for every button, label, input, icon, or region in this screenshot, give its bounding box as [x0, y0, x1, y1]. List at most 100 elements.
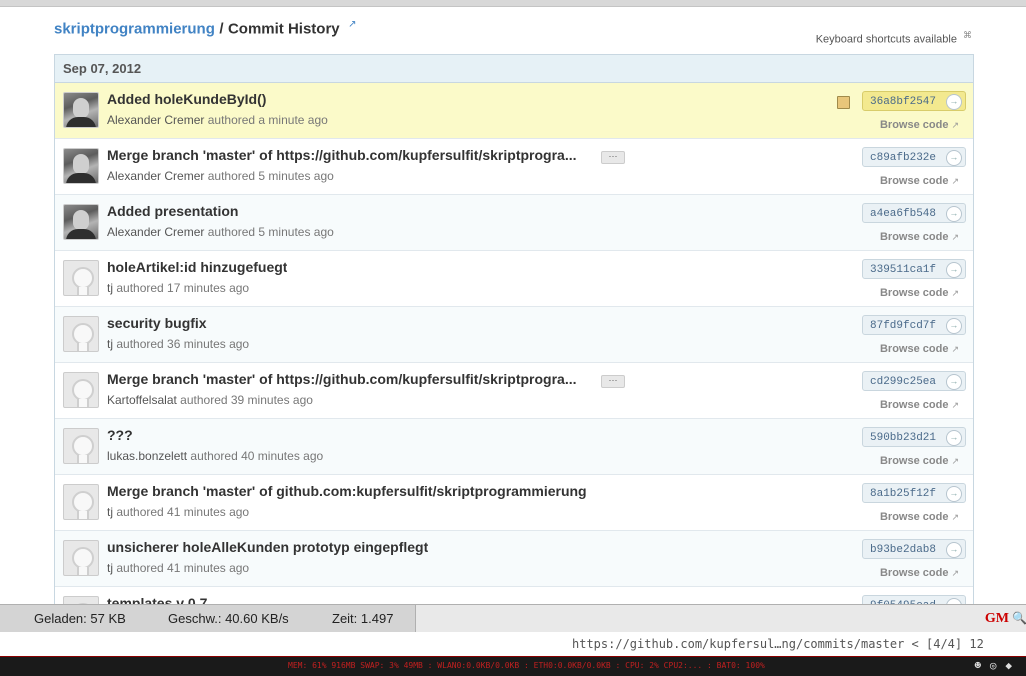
- browse-code-label: Browse code: [879, 175, 949, 187]
- commit-sha: 339511ca1f: [870, 264, 937, 276]
- user-icon[interactable]: ☻: [974, 659, 981, 672]
- copy-sha-icon[interactable]: [837, 96, 850, 109]
- commit-row[interactable]: Added presentation Alexander Cremer autho…: [55, 195, 973, 251]
- commit-sha: 8a1b25f12f: [870, 488, 937, 500]
- commit-author[interactable]: tj: [107, 561, 113, 575]
- commit-sha-button[interactable]: 590bb23d21 →: [862, 427, 966, 447]
- commit-time: authored 36 minutes ago: [116, 337, 250, 351]
- commit-sha-button[interactable]: a4ea6fb548 →: [862, 203, 966, 223]
- commit-sha-button[interactable]: b93be2dab8 →: [862, 539, 966, 559]
- browse-code-link[interactable]: Browse code ↗: [880, 399, 959, 411]
- search-icon[interactable]: 🔍: [1012, 611, 1026, 625]
- commit-time: authored 41 minutes ago: [116, 561, 250, 575]
- avatar[interactable]: [63, 204, 99, 240]
- commit-message[interactable]: Added holeKundeById(): [107, 91, 266, 107]
- commit-time: authored 40 minutes ago: [190, 449, 324, 463]
- commit-row[interactable]: unsicherer holeAlleKunden prototyp einge…: [55, 531, 973, 587]
- avatar[interactable]: [63, 92, 99, 128]
- avatar[interactable]: [63, 484, 99, 520]
- commit-row[interactable]: Merge branch 'master' of github.com:kupf…: [55, 475, 973, 531]
- external-arrow-icon: ↗: [951, 400, 959, 410]
- arrow-right-icon: →: [946, 150, 962, 166]
- page-header: skriptprogrammierung / Commit History ↗ …: [54, 18, 974, 58]
- avatar[interactable]: [63, 260, 99, 296]
- avatar-face: [73, 154, 89, 174]
- wifi-icon[interactable]: ◎: [990, 659, 997, 672]
- commit-author[interactable]: tj: [107, 505, 113, 519]
- status-time: Zeit: 1.497: [332, 611, 394, 626]
- commit-author[interactable]: tj: [107, 281, 113, 295]
- browse-code-link[interactable]: Browse code ↗: [880, 231, 959, 243]
- commit-message[interactable]: holeArtikel:id hinzugefuegt: [107, 259, 287, 275]
- browse-code-label: Browse code: [879, 399, 949, 411]
- commit-author[interactable]: Alexander Cremer: [107, 169, 204, 183]
- commit-meta: Alexander Cremer authored 5 minutes ago: [107, 169, 334, 183]
- commit-row[interactable]: Merge branch 'master' of https://github.…: [55, 139, 973, 195]
- avatar[interactable]: [63, 428, 99, 464]
- external-arrow-icon: ↗: [951, 288, 959, 298]
- commit-author[interactable]: Alexander Cremer: [107, 225, 204, 239]
- commit-author[interactable]: lukas.bonzelett: [107, 449, 187, 463]
- avatar[interactable]: [63, 316, 99, 352]
- expand-message-button[interactable]: ···: [601, 151, 625, 164]
- avatar[interactable]: [63, 148, 99, 184]
- arrow-right-icon: →: [946, 430, 962, 446]
- repo-link[interactable]: skriptprogrammierung: [54, 20, 215, 37]
- feed-icon[interactable]: ↗: [348, 19, 356, 30]
- browse-code-link[interactable]: Browse code ↗: [880, 119, 959, 131]
- commit-sha-button[interactable]: 36a8bf2547 →: [862, 91, 966, 111]
- commit-sha-button[interactable]: 8a1b25f12f →: [862, 483, 966, 503]
- commit-row[interactable]: Added holeKundeById() Alexander Cremer au…: [55, 83, 973, 139]
- commit-message[interactable]: Merge branch 'master' of https://github.…: [107, 147, 577, 163]
- commit-row[interactable]: holeArtikel:id hinzugefuegt tj authored 1…: [55, 251, 973, 307]
- avatar[interactable]: [63, 540, 99, 576]
- octocat-tail: [77, 287, 89, 295]
- commit-message[interactable]: Merge branch 'master' of https://github.…: [107, 371, 577, 387]
- external-arrow-icon: ↗: [951, 344, 959, 354]
- commit-author[interactable]: Alexander Cremer: [107, 113, 204, 127]
- commit-author[interactable]: tj: [107, 337, 113, 351]
- octocat-tail: [77, 343, 89, 351]
- keyboard-shortcuts-note[interactable]: Keyboard shortcuts available ⌘: [816, 30, 972, 46]
- browse-code-link[interactable]: Browse code ↗: [880, 343, 959, 355]
- external-arrow-icon: ↗: [951, 456, 959, 466]
- commit-row[interactable]: ??? lukas.bonzelett authored 40 minutes a…: [55, 419, 973, 475]
- commit-time: authored 17 minutes ago: [116, 281, 250, 295]
- commit-message[interactable]: Added presentation: [107, 203, 238, 219]
- avatar-shoulders: [66, 173, 96, 183]
- octocat-tail: [77, 511, 89, 519]
- browse-code-link[interactable]: Browse code ↗: [880, 567, 959, 579]
- commit-time: authored a minute ago: [207, 113, 328, 127]
- commit-row[interactable]: security bugfix tj authored 36 minutes ag…: [55, 307, 973, 363]
- commit-time: authored 5 minutes ago: [207, 169, 334, 183]
- browse-code-link[interactable]: Browse code ↗: [880, 175, 959, 187]
- current-url: https://github.com/kupfersul…ng/commits/…: [572, 637, 984, 651]
- browse-code-label: Browse code: [879, 455, 949, 467]
- commit-meta: tj authored 17 minutes ago: [107, 281, 249, 295]
- commit-row[interactable]: Merge branch 'master' of https://github.…: [55, 363, 973, 419]
- commit-list: Sep 07, 2012 Added holeKundeById() Alexan…: [54, 54, 974, 615]
- page-title: Commit History: [227, 20, 340, 38]
- commit-author[interactable]: Kartoffelsalat: [107, 393, 177, 407]
- arrow-right-icon: →: [946, 206, 962, 222]
- commit-meta: Alexander Cremer authored 5 minutes ago: [107, 225, 334, 239]
- commit-message[interactable]: security bugfix: [107, 315, 207, 331]
- commit-message[interactable]: unsicherer holeAlleKunden prototyp einge…: [107, 539, 428, 555]
- browse-code-label: Browse code: [879, 511, 949, 523]
- commit-message[interactable]: Merge branch 'master' of github.com:kupf…: [107, 483, 587, 499]
- dropbox-icon[interactable]: ◆: [1005, 659, 1012, 672]
- expand-message-button[interactable]: ···: [601, 375, 625, 388]
- commit-message[interactable]: ???: [107, 427, 133, 443]
- commit-time: authored 39 minutes ago: [180, 393, 313, 407]
- avatar-face: [73, 98, 89, 118]
- commit-sha-button[interactable]: 339511ca1f →: [862, 259, 966, 279]
- avatar[interactable]: [63, 372, 99, 408]
- commit-sha-button[interactable]: c89afb232e →: [862, 147, 966, 167]
- arrow-right-icon: →: [946, 94, 962, 110]
- browse-code-link[interactable]: Browse code ↗: [880, 511, 959, 523]
- browse-code-link[interactable]: Browse code ↗: [880, 455, 959, 467]
- greasemonkey-icon[interactable]: GM: [985, 611, 1009, 627]
- commit-sha-button[interactable]: cd299c25ea →: [862, 371, 966, 391]
- commit-sha-button[interactable]: 87fd9fcd7f →: [862, 315, 966, 335]
- browse-code-link[interactable]: Browse code ↗: [880, 287, 959, 299]
